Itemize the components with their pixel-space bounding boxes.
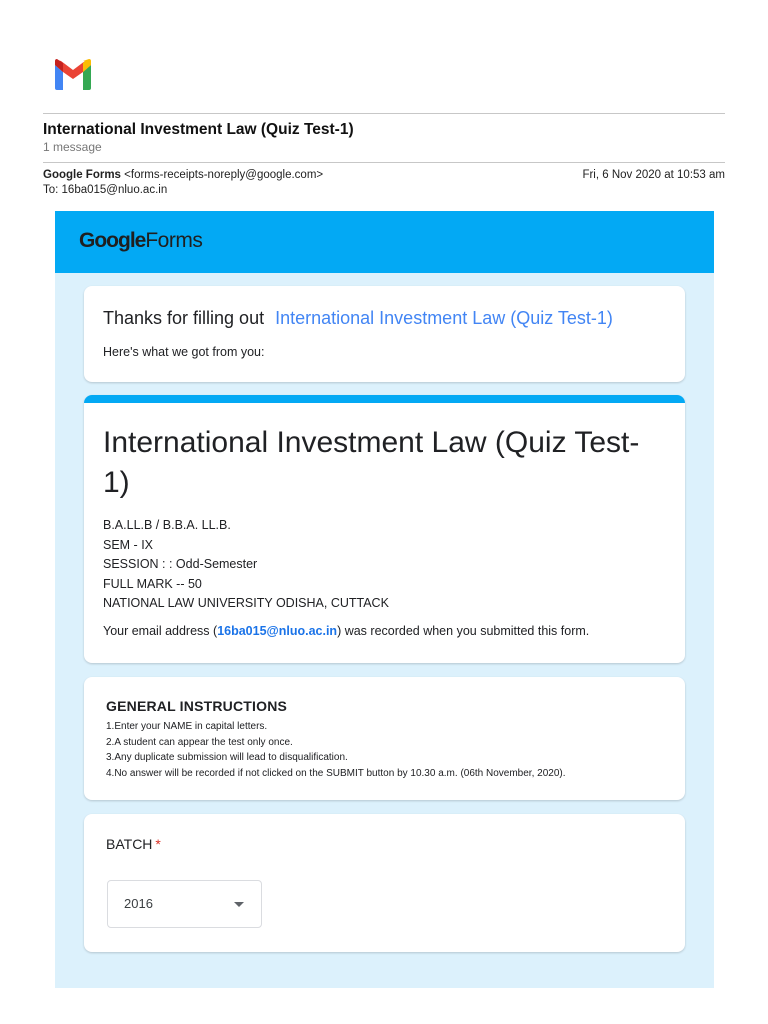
instructions-title: GENERAL INSTRUCTIONS	[106, 698, 288, 714]
thanks-prefix: Thanks for filling out	[103, 308, 265, 328]
batch-dropdown[interactable]: 2016	[107, 880, 262, 928]
thanks-line: Thanks for filling out International Inv…	[103, 308, 613, 329]
brand-forms: Forms	[145, 229, 203, 252]
description-line: SESSION : : Odd-Semester	[103, 557, 258, 571]
form-title-card: International Investment Law (Quiz Test-…	[84, 395, 685, 663]
subject-divider	[43, 162, 725, 163]
email-note-prefix: Your email address (	[103, 624, 218, 638]
batch-question-card: BATCH * 2016	[84, 814, 685, 952]
instruction-item: 3.Any duplicate submission will lead to …	[106, 752, 348, 764]
description-line: B.A.LL.B / B.B.A. LL.B.	[103, 518, 231, 532]
instructions-card: GENERAL INSTRUCTIONS 1.Enter your NAME i…	[84, 677, 685, 800]
required-asterisk: *	[155, 836, 161, 852]
got-from-you-text: Here's what we got from you:	[103, 345, 265, 359]
gmail-logo-icon	[55, 59, 91, 90]
email-note-suffix: ) was recorded when you submitted this f…	[337, 624, 590, 638]
form-accent-bar	[84, 395, 685, 403]
instructions-list: 1.Enter your NAME in capital letters. 2.…	[106, 719, 566, 782]
form-title: International Investment Law (Quiz Test-…	[103, 426, 640, 499]
description-line: FULL MARK -- 50	[103, 576, 202, 591]
thanks-card: Thanks for filling out International Inv…	[84, 286, 685, 382]
instruction-item: 1.Enter your NAME in capital letters.	[106, 721, 268, 732]
email-subject: International Investment Law (Quiz Test-…	[43, 121, 354, 138]
email-recorded-note: Your email address (16ba015@nluo.ac.in) …	[103, 624, 589, 638]
brand-google: Google	[79, 229, 146, 252]
sender-line: Google Forms <forms-receipts-noreply@goo…	[43, 169, 323, 181]
message-count: 1 message	[43, 140, 102, 154]
header-divider	[43, 113, 725, 114]
batch-label-text: BATCH	[106, 836, 153, 852]
email-date: Fri, 6 Nov 2020 at 10:53 am	[582, 169, 725, 181]
google-forms-logo: GoogleForms	[79, 229, 203, 253]
recipient-line: To: 16ba015@nluo.ac.in	[43, 184, 168, 196]
description-line: SEM - IX	[103, 537, 154, 552]
description-line: NATIONAL LAW UNIVERSITY ODISHA, CUTTACK	[103, 596, 389, 610]
recorded-email-address: 16ba015@nluo.ac.in	[217, 624, 338, 638]
dropdown-arrow-icon	[234, 902, 244, 907]
batch-label: BATCH *	[106, 836, 161, 852]
google-forms-header: GoogleForms	[55, 211, 714, 273]
form-description: B.A.LL.B / B.B.A. LL.B. SEM - IX SESSION…	[103, 516, 389, 614]
instruction-item: 2.A student can appear the test only onc…	[106, 736, 293, 748]
form-link[interactable]: International Investment Law (Quiz Test-…	[275, 308, 613, 328]
batch-selected-value: 2016	[124, 896, 153, 911]
instruction-item: 4.No answer will be recorded if not clic…	[106, 768, 566, 780]
sender-address: <forms-receipts-noreply@google.com>	[124, 169, 324, 181]
sender-name: Google Forms	[43, 169, 121, 181]
